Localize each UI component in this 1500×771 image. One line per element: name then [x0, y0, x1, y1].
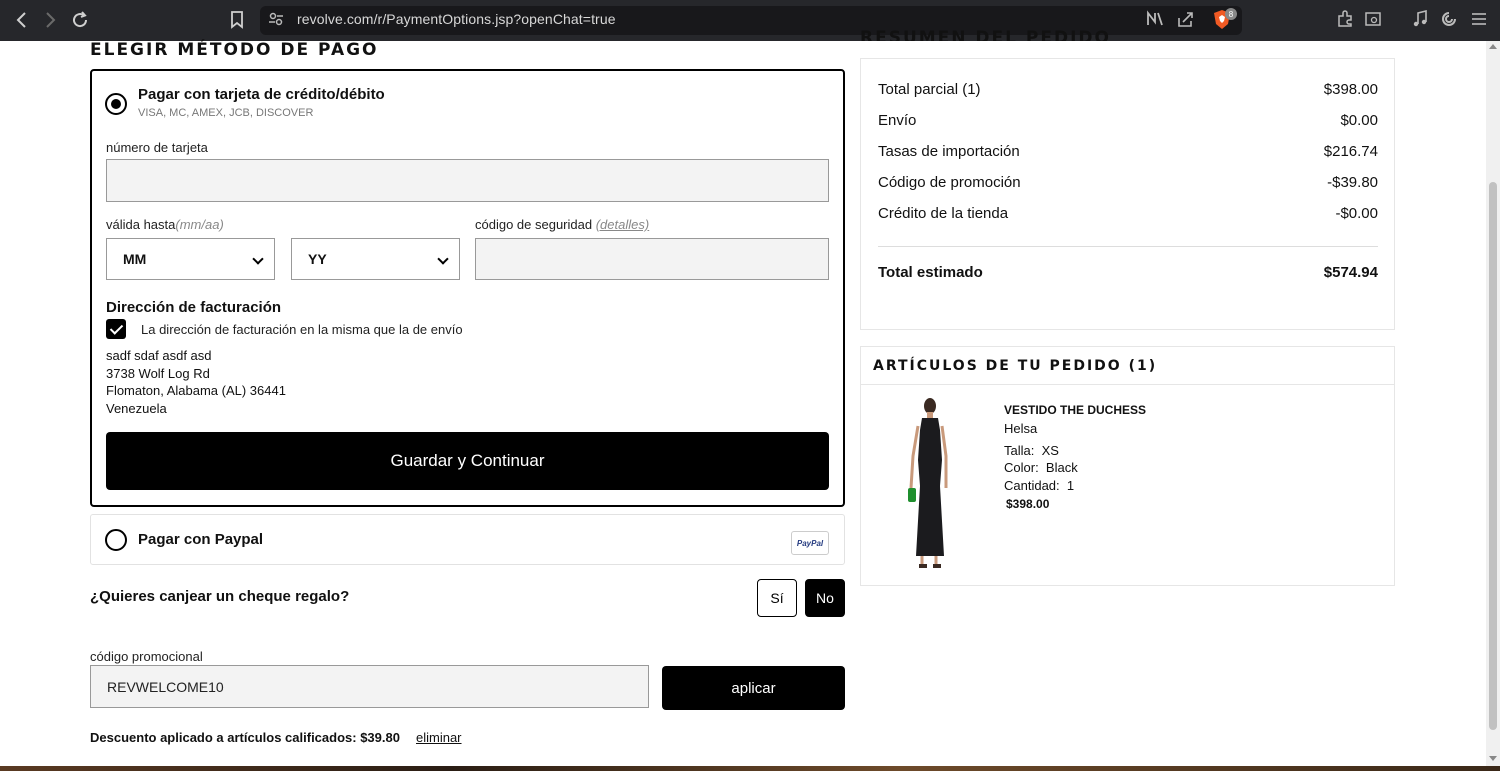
- shield-count-badge: 8: [1225, 8, 1237, 20]
- card-number-input[interactable]: [106, 159, 829, 202]
- summary-row-value: -$39.80: [1327, 174, 1378, 191]
- product-name[interactable]: VESTIDO THE DUCHESS: [1004, 403, 1146, 417]
- order-items-title: ARTÍCULOS DE TU PEDIDO (1): [873, 358, 1158, 374]
- expiry-year-select[interactable]: YY: [291, 238, 460, 280]
- summary-row: Crédito de la tienda -$0.00: [878, 205, 1378, 222]
- product-price: $398.00: [1006, 497, 1050, 511]
- month-select-value: MM: [123, 251, 147, 267]
- summary-row: Total parcial (1) $398.00: [878, 81, 1378, 98]
- billing-address-title: Dirección de facturación: [106, 299, 282, 316]
- discount-applied-text: Descuento aplicado a artículos calificad…: [90, 730, 400, 745]
- order-summary-title: RESUMEN DEL PEDIDO: [860, 28, 1111, 41]
- card-number-label: número de tarjeta: [106, 140, 208, 155]
- promo-code-input[interactable]: REVWELCOME10: [90, 665, 649, 708]
- summary-row-value: -$0.00: [1335, 205, 1378, 222]
- back-icon[interactable]: [10, 8, 34, 32]
- card-option-radio[interactable]: [105, 93, 127, 115]
- cvv-label: código de seguridad (detalles): [475, 217, 649, 232]
- product-brand: Helsa: [1004, 421, 1038, 436]
- remove-promo-link[interactable]: eliminar: [416, 730, 462, 745]
- cvv-input[interactable]: [475, 238, 829, 280]
- summary-row-label: Envío: [878, 112, 917, 129]
- scrollbar-thumb[interactable]: [1489, 182, 1497, 730]
- quantity-value: 1: [1066, 478, 1075, 493]
- card-brands: VISA, MC, AMEX, JCB, DISCOVER: [138, 107, 314, 119]
- expiry-label-text: válida hasta: [106, 217, 176, 232]
- size-label: Talla:: [1004, 443, 1035, 458]
- address-line-1: sadf sdaf asdf asd: [106, 348, 212, 363]
- summary-total-row: Total estimado $574.94: [878, 264, 1378, 281]
- site-settings-icon[interactable]: [268, 11, 288, 31]
- expiry-label: válida hasta(mm/aa): [106, 217, 224, 232]
- cvv-label-text: código de seguridad: [475, 217, 593, 232]
- summary-row-value: $216.74: [1323, 143, 1378, 160]
- summary-row-label: Tasas de importación: [878, 143, 1020, 160]
- summary-row: Envío $0.00: [878, 112, 1378, 129]
- taskbar-edge: [0, 766, 1500, 771]
- menu-icon[interactable]: [1470, 10, 1490, 30]
- forward-icon[interactable]: [38, 8, 62, 32]
- expiry-hint: (mm/aa): [175, 217, 224, 232]
- paypal-option-radio[interactable]: [105, 529, 127, 551]
- expiry-month-select[interactable]: MM: [106, 238, 275, 280]
- reload-icon[interactable]: [68, 8, 92, 32]
- summary-row-label: Crédito de la tienda: [878, 205, 1009, 222]
- payment-method-title: ELEGIR MÉTODO DE PAGO: [90, 40, 379, 60]
- paypal-option-label[interactable]: Pagar con Paypal: [138, 531, 263, 548]
- bookmark-icon[interactable]: [225, 8, 249, 32]
- total-label: Total estimado: [878, 264, 983, 281]
- product-color: Color: Black: [1004, 460, 1078, 475]
- color-label: Color:: [1004, 460, 1039, 475]
- address-line-2: 3738 Wolf Log Rd: [106, 366, 210, 381]
- product-size: Talla: XS: [1004, 443, 1059, 458]
- scroll-up-arrow-icon[interactable]: [1489, 44, 1497, 49]
- address-line-4: Venezuela: [106, 401, 167, 416]
- leo-ai-icon[interactable]: [1440, 10, 1460, 30]
- summary-row: Tasas de importación $216.74: [878, 143, 1378, 160]
- gift-yes-button[interactable]: Sí: [757, 579, 797, 617]
- address-line-3: Flomaton, Alabama (AL) 36441: [106, 383, 286, 398]
- summary-row-value: $398.00: [1323, 81, 1378, 98]
- items-divider: [861, 384, 1394, 385]
- chevron-down-icon: [437, 253, 449, 265]
- year-select-value: YY: [308, 251, 327, 267]
- gift-card-question: ¿Quieres canjear un cheque regalo?: [90, 588, 350, 605]
- total-value: $574.94: [1323, 264, 1378, 281]
- paypal-logo: PayPal: [791, 531, 829, 555]
- product-image[interactable]: [900, 396, 960, 572]
- scroll-down-arrow-icon[interactable]: [1489, 756, 1497, 761]
- cvv-details-link[interactable]: (detalles): [596, 217, 649, 232]
- summary-row-value: $0.00: [1340, 112, 1378, 129]
- save-continue-button[interactable]: Guardar y Continuar: [106, 432, 829, 490]
- url-text[interactable]: revolve.com/r/PaymentOptions.jsp?openCha…: [297, 11, 616, 27]
- same-address-label[interactable]: La dirección de facturación en la misma …: [141, 322, 463, 337]
- chevron-down-icon: [252, 253, 264, 265]
- paypal-logo-text: PayPal: [796, 538, 824, 548]
- summary-row: Código de promoción -$39.80: [878, 174, 1378, 191]
- summary-row-label: Total parcial (1): [878, 81, 981, 98]
- order-summary-title-clip: RESUMEN DEL PEDIDO: [860, 26, 1400, 41]
- order-summary-panel: [860, 58, 1395, 330]
- promo-code-label: código promocional: [90, 649, 203, 664]
- size-value: XS: [1041, 443, 1059, 458]
- same-address-checkbox[interactable]: [106, 319, 126, 339]
- media-icon[interactable]: [1411, 9, 1431, 30]
- gift-no-button[interactable]: No: [805, 579, 845, 617]
- quantity-label: Cantidad:: [1004, 478, 1060, 493]
- summary-row-label: Código de promoción: [878, 174, 1021, 191]
- apply-promo-button[interactable]: aplicar: [662, 666, 845, 710]
- summary-divider: [878, 246, 1378, 247]
- color-value: Black: [1045, 460, 1078, 475]
- product-quantity: Cantidad: 1: [1004, 478, 1074, 493]
- card-option-label[interactable]: Pagar con tarjeta de crédito/débito: [138, 86, 385, 103]
